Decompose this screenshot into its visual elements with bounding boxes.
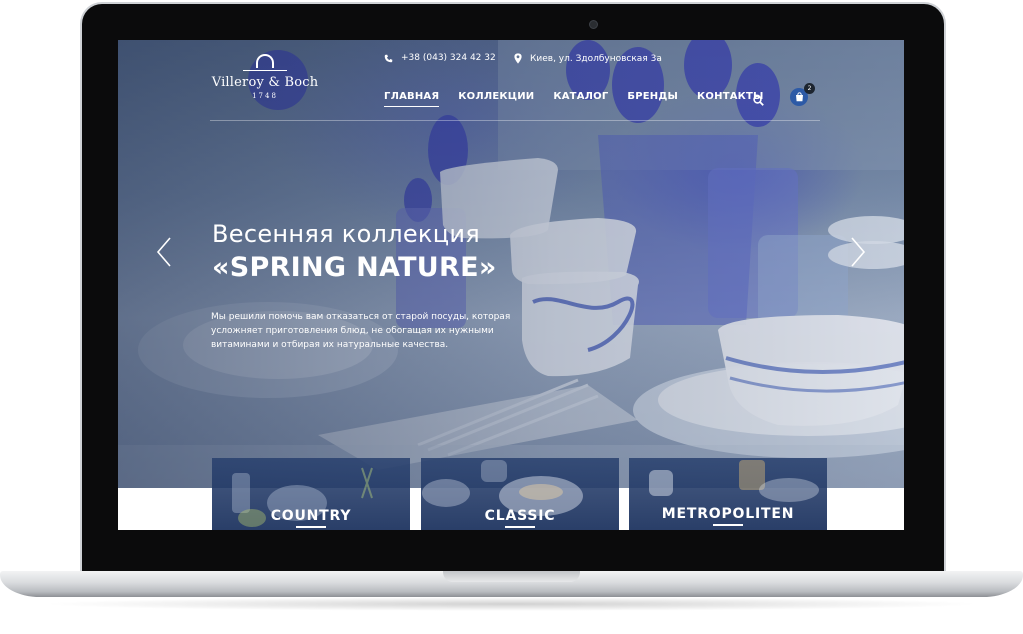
search-button[interactable] [753,91,764,110]
slide-description: Мы решили помочь вам отказаться от старо… [211,312,511,350]
slide-title: Весенняя коллекция [212,220,480,248]
phone-number: +38 (043) 324 42 32 [401,53,496,63]
logo-year: 1748 [252,92,278,100]
hero-slider: Villeroy & Boch 1748 +38 (043) 324 42 32… [118,40,904,488]
header-divider [210,120,820,121]
category-underline [296,526,326,528]
slider-next-button[interactable] [850,237,866,271]
laptop-notch [443,571,580,582]
cart-icon [795,92,803,102]
category-card-country[interactable]: COUNTRY [212,458,410,530]
camera-icon [589,20,598,29]
main-nav: ГЛАВНАЯ КОЛЛЕКЦИИ КАТАЛОГ БРЕНДЫ КОНТАКТ… [384,91,783,107]
contact-phone[interactable]: +38 (043) 324 42 32 [384,53,496,63]
logo-arch-icon [256,54,274,68]
nav-item-collections[interactable]: КОЛЛЕКЦИИ [458,91,534,107]
cart-count-badge: 2 [804,83,815,94]
category-card-classic[interactable]: CLASSIC [421,458,619,530]
category-underline [505,526,535,528]
laptop-shadow [40,597,983,611]
logo-line [243,70,287,71]
address-text: Киев, ул. Здолбуновская 3а [530,53,662,64]
screen: Villeroy & Boch 1748 +38 (043) 324 42 32… [118,40,904,530]
contact-address[interactable]: Киев, ул. Здолбуновская 3а [514,53,662,64]
nav-item-home[interactable]: ГЛАВНАЯ [384,91,440,107]
category-underline [713,524,743,526]
category-card-metropoliten[interactable]: METROPOLITEN [629,458,827,530]
category-label: METROPOLITEN [661,506,795,522]
category-label: CLASSIC [484,508,556,524]
slider-prev-button[interactable] [156,237,172,271]
slide-subtitle: «SPRING NATURE» [212,252,497,283]
laptop-base [0,571,1023,597]
nav-item-catalog[interactable]: КАТАЛОГ [553,91,608,107]
logo-name: Villeroy & Boch [211,75,319,90]
nav-item-brands[interactable]: БРЕНДЫ [627,91,678,107]
arrow-right-icon [851,237,866,267]
location-pin-icon [514,53,522,64]
arrow-left-icon [156,237,171,267]
search-icon [753,95,764,106]
brand-logo[interactable]: Villeroy & Boch 1748 [210,54,320,100]
phone-icon [384,54,393,62]
category-label: COUNTRY [270,508,352,524]
